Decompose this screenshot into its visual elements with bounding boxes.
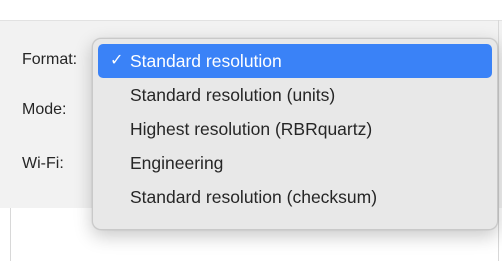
menu-item-label: Standard resolution (checksum) xyxy=(130,187,378,207)
menu-item-label: Standard resolution (units) xyxy=(130,85,336,105)
menu-item-label: Highest resolution (RBRquartz) xyxy=(130,119,373,139)
menu-item-standard-resolution[interactable]: ✓ Standard resolution xyxy=(98,44,492,78)
menu-item-highest-resolution-rbrquartz[interactable]: Highest resolution (RBRquartz) xyxy=(98,112,492,146)
menu-item-label: Engineering xyxy=(130,153,224,173)
menu-item-standard-resolution-units[interactable]: Standard resolution (units) xyxy=(98,78,492,112)
menu-item-label: Standard resolution xyxy=(130,51,282,71)
window-top-strip xyxy=(0,0,502,20)
menu-item-standard-resolution-checksum[interactable]: Standard resolution (checksum) xyxy=(98,180,492,214)
menu-item-engineering[interactable]: Engineering xyxy=(98,146,492,180)
format-label: Format: xyxy=(22,51,78,68)
wifi-label: Wi-Fi: xyxy=(22,155,64,172)
checkmark-icon: ✓ xyxy=(110,52,124,69)
mode-label: Mode: xyxy=(22,101,67,118)
window-right-edge xyxy=(498,20,499,261)
format-dropdown-menu: ✓ Standard resolution Standard resolutio… xyxy=(92,38,498,230)
content-divider xyxy=(10,208,11,261)
